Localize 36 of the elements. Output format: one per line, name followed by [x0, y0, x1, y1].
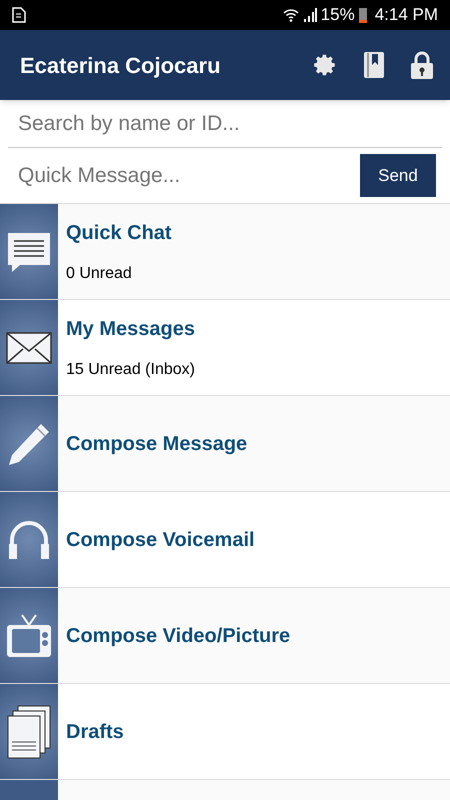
envelope-icon: [6, 332, 52, 364]
lock-button[interactable]: [410, 51, 434, 79]
bookmark-book-button[interactable]: [364, 52, 384, 78]
menu-item-subtitle: 15 Unread (Inbox): [66, 360, 195, 380]
menu-item-title: Quick Chat: [66, 220, 172, 246]
battery-percent: 15%: [320, 4, 355, 26]
lock-icon: [410, 51, 434, 79]
clock-time: 4:14 PM: [374, 4, 438, 26]
menu-item-title: My Messages: [66, 316, 195, 342]
menu-item-title: Compose Voicemail: [66, 528, 255, 552]
header-title: Ecaterina Cojocaru: [20, 52, 221, 80]
menu-item-title: Compose Video/Picture: [66, 624, 290, 648]
pencil-icon: [7, 422, 51, 466]
menu-item-subtitle: 0 Unread: [66, 264, 133, 284]
chat-bubble-icon: [6, 230, 52, 272]
menu-item[interactable]: Compose Voicemail: [0, 492, 450, 588]
search-field[interactable]: Search by name or ID...: [8, 100, 442, 148]
headphones-icon: [8, 520, 50, 560]
menu-item[interactable]: My Messages 15 Unread (Inbox): [0, 300, 450, 396]
wifi-icon: [282, 8, 299, 22]
menu-item-title: Drafts: [66, 720, 124, 744]
quick-message-field[interactable]: Quick Message...: [8, 154, 360, 198]
signal-icon: [302, 8, 317, 22]
send-button[interactable]: Send: [360, 154, 436, 197]
menu-item[interactable]: Compose Video/Picture: [0, 588, 450, 684]
gear-icon: [312, 52, 338, 78]
battery-icon: [358, 7, 367, 23]
settings-button[interactable]: [312, 52, 338, 78]
menu-item[interactable]: Drafts: [0, 684, 450, 780]
menu-item[interactable]: Quick Chat 0 Unread: [0, 204, 450, 300]
menu-item[interactable]: Compose Message: [0, 396, 450, 492]
tv-icon: [6, 612, 52, 658]
menu-item-title: Compose Message: [66, 432, 248, 456]
sim-card-icon: [12, 7, 26, 23]
bookmark-book-icon: [364, 52, 384, 78]
documents-icon: [6, 704, 52, 760]
